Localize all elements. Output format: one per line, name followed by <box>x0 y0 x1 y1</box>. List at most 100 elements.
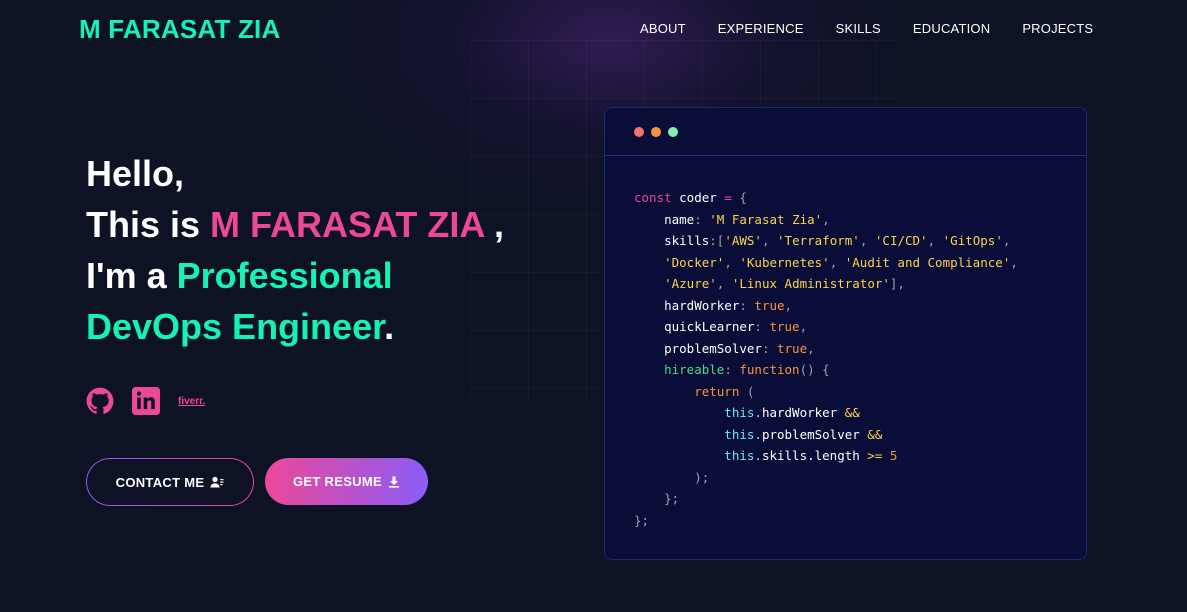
nav-skills[interactable]: SKILLS <box>820 21 897 36</box>
code-token: ], <box>889 276 905 291</box>
code-line: hireable: function() { <box>634 359 1018 381</box>
code-token: 5 <box>889 448 898 463</box>
code-token: this. <box>634 405 762 420</box>
code-token: , <box>799 319 808 334</box>
code-token: = <box>724 190 740 205</box>
site-logo[interactable]: M FARASAT ZIA <box>79 14 280 45</box>
nav-experience[interactable]: EXPERIENCE <box>702 21 820 36</box>
code-token: skills <box>634 233 710 248</box>
code-token: const <box>634 190 680 205</box>
code-line: hardWorker: true, <box>634 295 1018 317</box>
code-token: , <box>829 254 845 270</box>
code-token: hireable <box>634 362 725 377</box>
download-icon <box>388 476 400 488</box>
contact-me-inner: CONTACT ME <box>87 459 253 505</box>
code-token: 'Audit and Compliance' <box>844 254 1011 270</box>
contact-me-label: CONTACT ME <box>115 474 205 490</box>
code-token: this. <box>634 426 762 442</box>
code-line: name: 'M Farasat Zia', <box>634 209 1018 231</box>
code-token: true <box>769 319 800 334</box>
get-resume-label: GET RESUME <box>293 474 382 489</box>
hero-line-4: DevOps Engineer. <box>86 301 504 352</box>
get-resume-button[interactable]: GET RESUME <box>265 458 428 505</box>
code-line: const coder = { <box>634 187 1018 209</box>
contact-me-button[interactable]: CONTACT ME <box>86 458 254 506</box>
code-line: quickLearner: true, <box>634 316 1018 338</box>
code-token: , <box>927 233 943 248</box>
code-token: >= <box>867 448 890 463</box>
nav-education[interactable]: EDUCATION <box>897 21 1006 36</box>
nav-about[interactable]: ABOUT <box>624 21 702 36</box>
code-token: , <box>724 254 740 270</box>
code-token: problemSolver <box>761 426 868 442</box>
code-token: , <box>761 233 778 248</box>
code-token: , <box>716 276 732 291</box>
code-line: this.problemSolver && <box>634 424 1018 446</box>
code-line: 'Azure', 'Linux Administrator'], <box>634 273 1018 295</box>
hero-role-2: DevOps Engineer <box>86 306 385 347</box>
code-token: 'Kubernetes' <box>739 254 830 270</box>
code-line: this.hardWorker && <box>634 402 1018 424</box>
code-token: { <box>739 190 747 205</box>
code-card-titlebar <box>605 108 1086 156</box>
code-token: 'Linux Administrator' <box>731 276 890 291</box>
code-token: 'Docker' <box>634 254 725 270</box>
code-token: : <box>761 340 777 356</box>
hero-role-1: Professional <box>176 255 393 296</box>
code-token: : <box>694 211 710 227</box>
code-line: }; <box>634 510 1018 532</box>
code-token: true <box>777 340 808 356</box>
code-token: name <box>634 211 695 227</box>
code-token: , <box>1010 254 1018 270</box>
hero-line-1: Hello, <box>86 148 504 199</box>
code-token: , <box>1002 233 1011 248</box>
nav-projects[interactable]: PROJECTS <box>1006 21 1109 36</box>
code-token: 'Terraform' <box>777 233 860 248</box>
code-line: this.skills.length >= 5 <box>634 445 1018 467</box>
hero-intro: This is <box>86 204 211 245</box>
orange-dot-icon <box>651 126 661 137</box>
hero-im-a: I'm a <box>86 255 177 296</box>
hero-line-2: This is M FARASAT ZIA , <box>86 199 504 250</box>
hero-comma: , <box>484 204 505 245</box>
social-links: fiverr. <box>86 387 223 415</box>
hero-heading: Hello, This is M FARASAT ZIA , I'm a Pro… <box>86 148 504 352</box>
code-token: : <box>739 297 755 313</box>
linkedin-icon[interactable] <box>132 387 160 415</box>
code-token: , <box>807 340 815 356</box>
code-block: const coder = { name: 'M Farasat Zia', s… <box>634 187 1018 531</box>
code-token: 'Azure' <box>634 276 717 291</box>
code-token: hardWorker <box>761 405 845 420</box>
code-token: skills.length <box>761 448 868 463</box>
main-nav: ABOUT EXPERIENCE SKILLS EDUCATION PROJEC… <box>624 21 1109 36</box>
code-line: }; <box>634 488 1018 510</box>
code-token: function <box>739 362 800 377</box>
hero-name: M FARASAT ZIA <box>210 204 485 245</box>
github-icon[interactable] <box>86 387 114 415</box>
hero-line-3: I'm a Professional <box>86 250 504 301</box>
code-token: ( <box>746 383 755 399</box>
code-token: hardWorker <box>634 297 740 313</box>
fiverr-link[interactable]: fiverr. <box>178 396 205 407</box>
code-token: && <box>867 426 883 442</box>
code-token: , <box>784 297 793 313</box>
code-line: skills:['AWS', 'Terraform', 'CI/CD', 'Gi… <box>634 230 1018 252</box>
code-token: this. <box>634 448 762 463</box>
code-token: , <box>859 233 875 248</box>
code-token: true <box>754 297 785 313</box>
code-token: 'AWS' <box>724 233 762 248</box>
code-token: : <box>754 319 770 334</box>
contact-card-icon <box>210 476 224 488</box>
code-token: ); <box>634 469 710 485</box>
code-token: () { <box>799 362 830 377</box>
code-token: problemSolver <box>634 340 762 356</box>
code-line: return ( <box>634 381 1018 403</box>
code-token: }; <box>634 491 680 506</box>
code-token: return <box>634 383 747 399</box>
code-token: }; <box>634 512 650 528</box>
code-token: : <box>724 362 740 377</box>
code-line: problemSolver: true, <box>634 338 1018 360</box>
code-token: && <box>844 405 860 420</box>
code-token: 'M Farasat Zia' <box>709 211 823 227</box>
code-token: , <box>822 211 830 227</box>
